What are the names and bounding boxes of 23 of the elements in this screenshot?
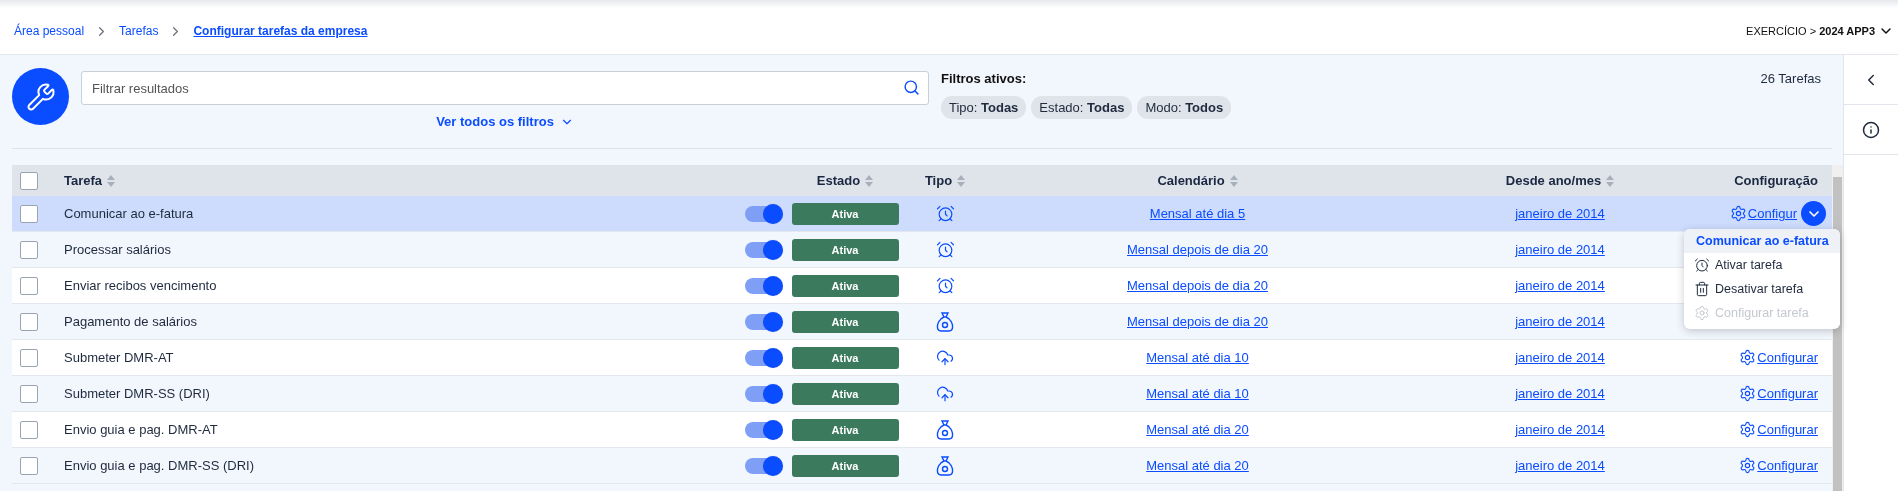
task-name: Enviar recibos vencimento: [63, 278, 217, 293]
task-name: Submeter DMR-AT: [63, 350, 174, 365]
status-badge: Ativa: [791, 238, 899, 261]
status-badge: Ativa: [791, 382, 899, 405]
task-name: Pagamento de salários: [63, 314, 197, 329]
status-badge: Ativa: [791, 418, 899, 441]
task-name: Submeter DMR-SS (DRI): [63, 386, 210, 401]
status-badge: Ativa: [791, 310, 899, 333]
active-filters-label: Filtros ativos:: [941, 71, 1027, 86]
task-name: Comunicar ao e-fatura: [63, 206, 194, 221]
status-badge: Ativa: [791, 274, 899, 297]
task-name: Processar salários: [63, 242, 171, 257]
task-name: Envio guia e pag. DMR-SS (DRI): [63, 458, 254, 473]
status-badge: Ativa: [791, 202, 899, 225]
filter-chip: Modo: Todos: [1137, 96, 1232, 119]
task-name: Envio guia e pag. DMR-AT: [63, 422, 218, 437]
filter-chip: Estado: Todas: [1031, 96, 1133, 119]
filter-chip: Tipo: Todas: [941, 96, 1027, 119]
task-count: 26 Tarefas: [1760, 71, 1821, 86]
menu-title: Comunicar ao e-fatura: [1684, 229, 1840, 253]
status-badge: Ativa: [791, 454, 899, 477]
column-header: Configuração: [1734, 173, 1818, 188]
status-badge: Ativa: [791, 346, 899, 369]
